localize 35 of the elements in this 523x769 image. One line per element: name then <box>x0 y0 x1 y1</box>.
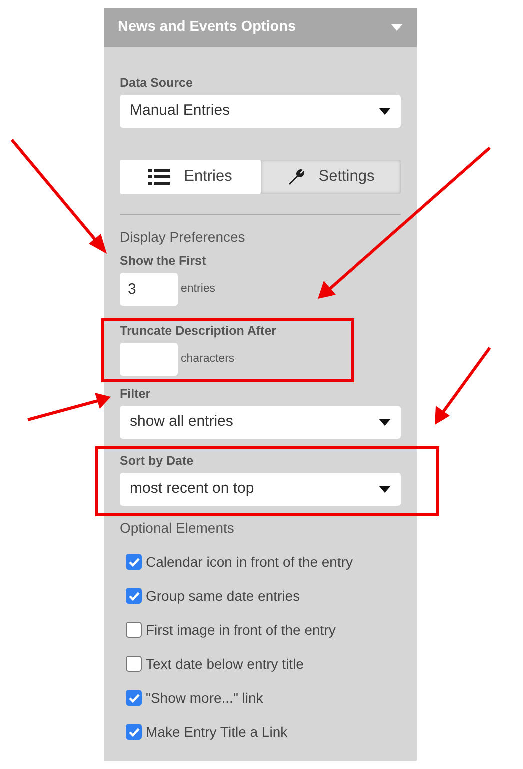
dropdown[interactable]: show all entries <box>120 406 401 439</box>
checkbox[interactable] <box>126 588 142 604</box>
field-label: Show the First <box>120 254 206 269</box>
checkbox[interactable] <box>126 656 142 672</box>
dropdown[interactable]: most recent on top <box>120 473 401 506</box>
option-label: Make Entry Title a Link <box>146 722 288 742</box>
section-title: Optional Elements <box>120 519 236 537</box>
dropdown[interactable]: Manual Entries <box>120 95 401 128</box>
option-label: Calendar icon in front of the entry <box>146 552 354 572</box>
option-label: Text date below entry title <box>146 654 304 674</box>
caret-icon <box>379 108 391 115</box>
caret-icon <box>379 486 391 493</box>
section-title: Display Preferences <box>120 228 246 246</box>
checkbox[interactable] <box>126 724 142 740</box>
option-label: First image in front of the entry <box>146 620 336 640</box>
option-label: Group same date entries <box>146 586 300 606</box>
caret-icon <box>379 419 391 426</box>
tab[interactable]: Settings <box>260 160 401 194</box>
caret-icon <box>391 24 403 31</box>
number-field[interactable]: 3 <box>120 273 178 306</box>
tab[interactable]: Entries <box>120 160 260 194</box>
number-field[interactable] <box>120 343 178 376</box>
wrench-icon <box>286 168 305 186</box>
field-label: Sort by Date <box>120 454 194 469</box>
checkbox[interactable] <box>126 690 142 706</box>
field-label: Data Source <box>120 76 193 91</box>
panel-title: News and Events Options <box>118 18 296 37</box>
unit-label: characters <box>181 352 235 367</box>
option-label: "Show more..." link <box>146 688 264 708</box>
field-label: Truncate Description After <box>120 324 277 339</box>
checkbox[interactable] <box>126 622 142 638</box>
field-label: Filter <box>120 387 151 402</box>
checkbox[interactable] <box>126 554 142 570</box>
unit-label: entries <box>181 282 216 297</box>
list-icon <box>148 169 170 185</box>
